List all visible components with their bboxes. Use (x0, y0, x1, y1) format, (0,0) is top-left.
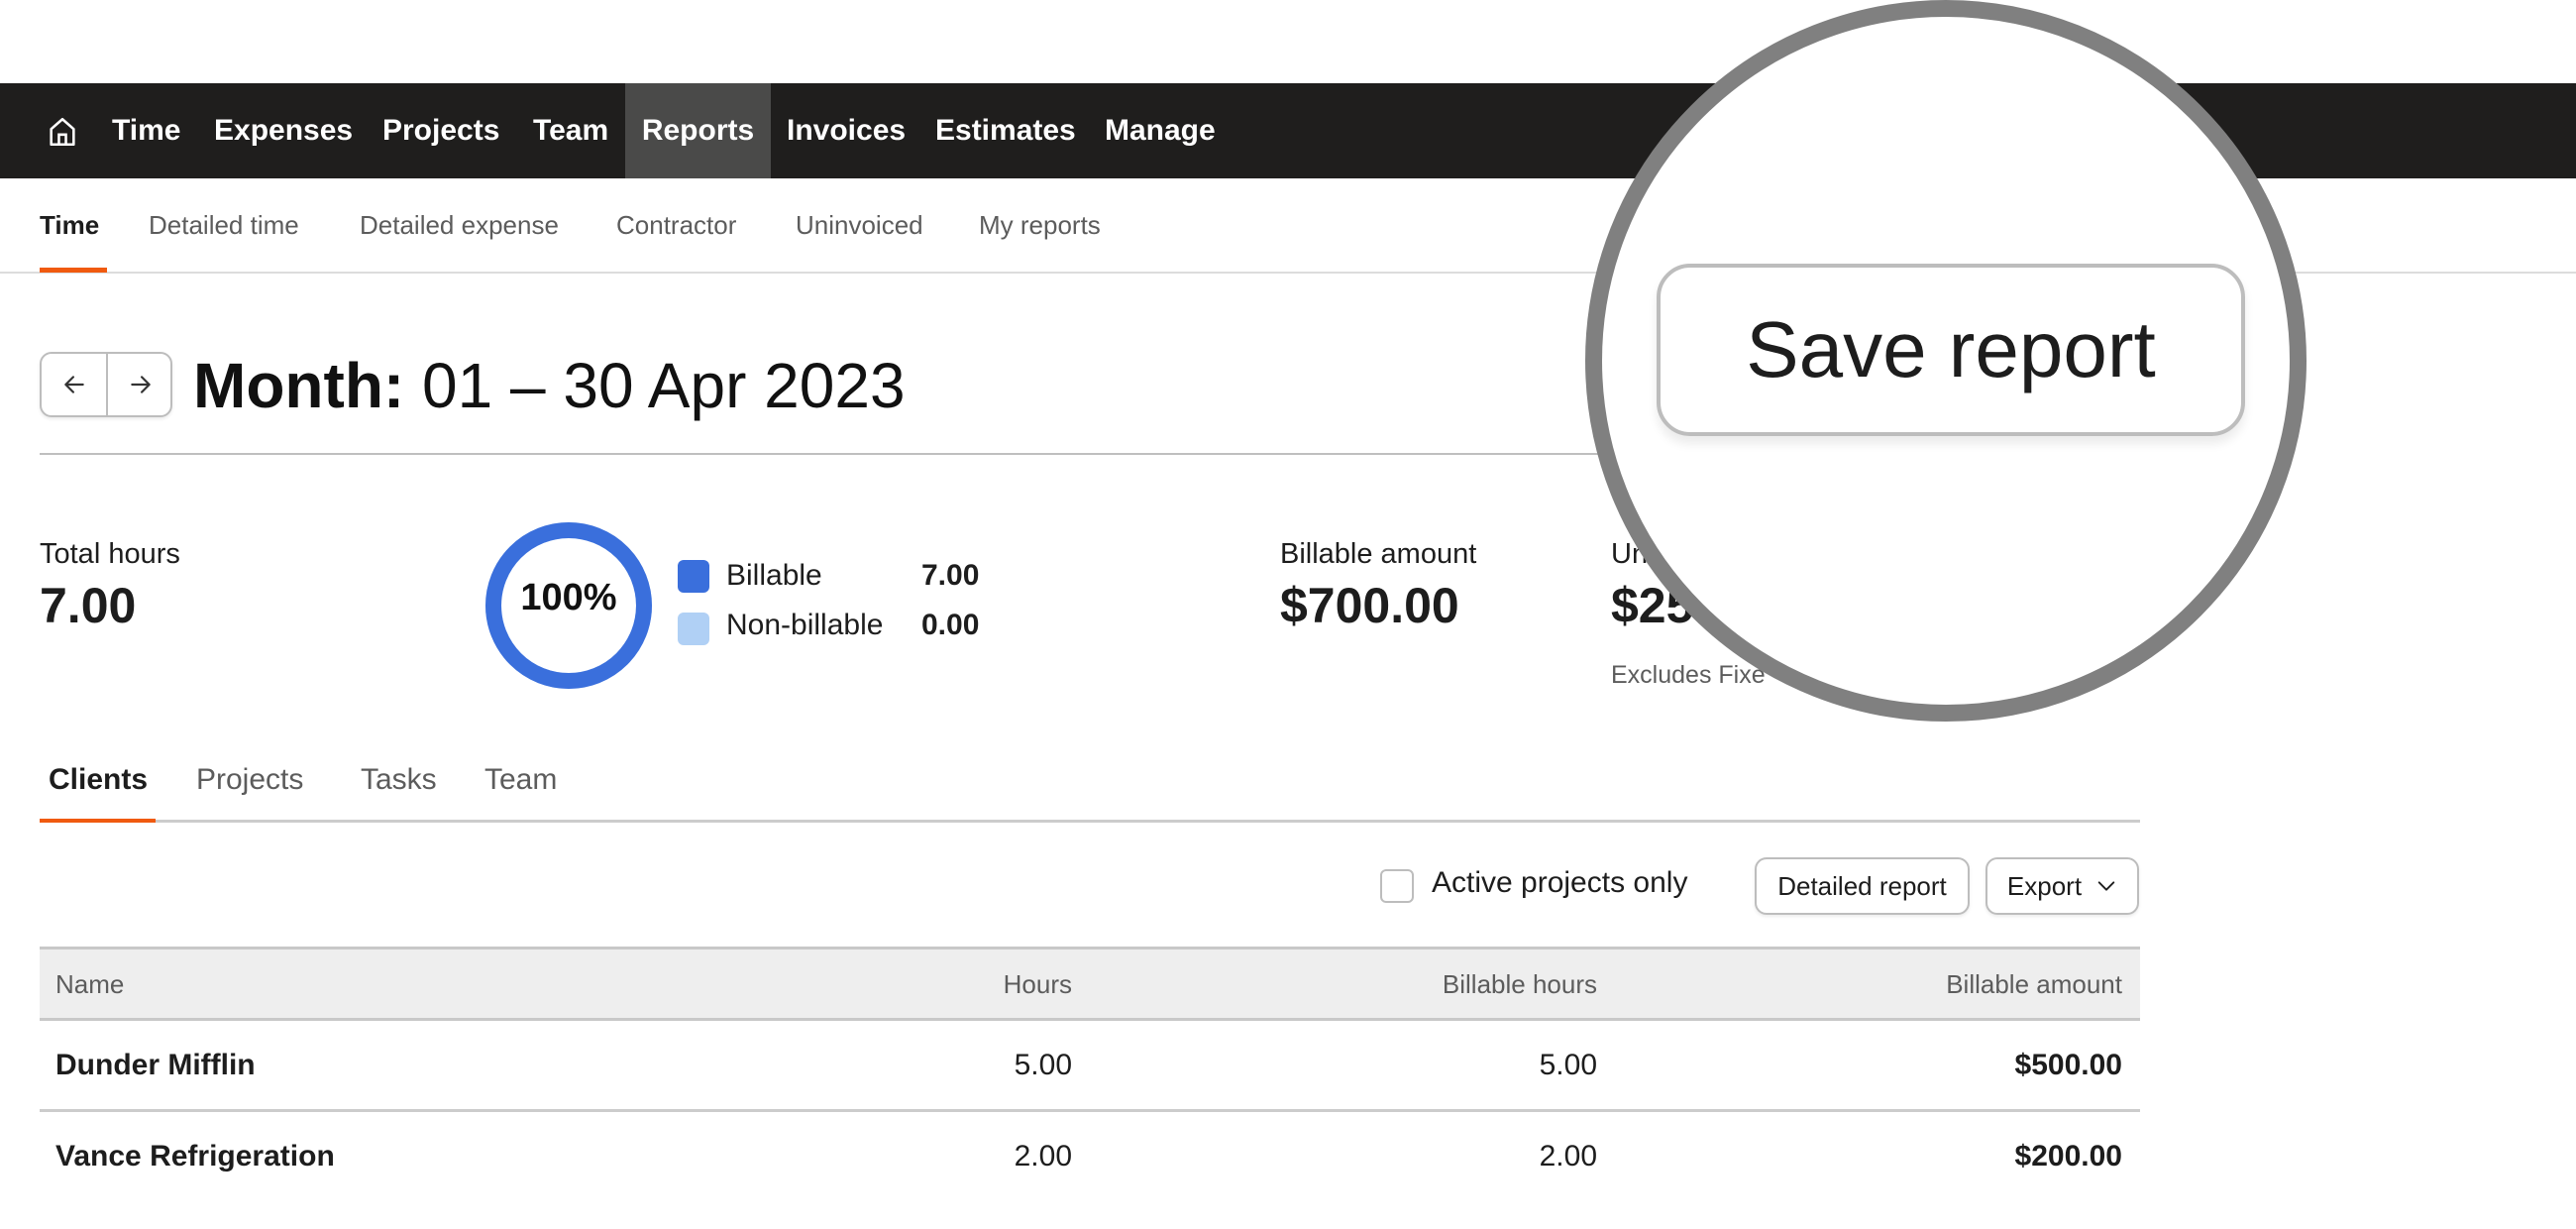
billable-hours-cell: 2.00 (1539, 1140, 1597, 1173)
active-tab-indicator (40, 819, 156, 823)
column-header-billable-hours[interactable]: Billable hours (1443, 969, 1597, 1000)
uninvoiced-note: Excludes Fixe (1611, 661, 1766, 689)
billable-hours-cell: 5.00 (1539, 1049, 1597, 1081)
non-billable-legend-value: 0.00 (921, 609, 980, 641)
nav-item-expenses[interactable]: Expenses (214, 83, 353, 178)
client-name[interactable]: Vance Refrigeration (55, 1140, 335, 1173)
subtab-my-reports[interactable]: My reports (979, 210, 1101, 241)
tab-clients[interactable]: Clients (49, 763, 148, 797)
period-pager (40, 352, 172, 417)
billable-amount-cell: $200.00 (2014, 1140, 2122, 1173)
table-row[interactable]: Dunder Mifflin 5.00 5.00 $500.00 (40, 1021, 2140, 1112)
breakdown-tabs: Clients Projects Tasks Team (40, 753, 2140, 823)
billable-amount-cell: $500.00 (2014, 1049, 2122, 1081)
page-title: Month: 01 – 30 Apr 2023 (193, 349, 906, 422)
table-header: Name Hours Billable hours Billable amoun… (40, 947, 2140, 1021)
save-report-button[interactable]: Save report (1657, 264, 2245, 436)
nav-item-time[interactable]: Time (111, 83, 181, 178)
export-button[interactable]: Export (1986, 857, 2139, 915)
period-range: 01 – 30 Apr 2023 (422, 350, 906, 421)
tab-tasks[interactable]: Tasks (361, 763, 437, 797)
client-name[interactable]: Dunder Mifflin (55, 1049, 256, 1082)
arrow-left-icon (63, 376, 84, 393)
detailed-report-button[interactable]: Detailed report (1755, 857, 1970, 915)
billable-percent: 100% (520, 577, 617, 618)
nav-item-invoices[interactable]: Invoices (787, 83, 906, 178)
table-row[interactable]: Vance Refrigeration 2.00 2.00 $200.00 (40, 1112, 2140, 1203)
nav-item-estimates[interactable]: Estimates (935, 83, 1076, 178)
billable-swatch (678, 560, 709, 593)
tab-projects[interactable]: Projects (196, 763, 303, 797)
total-hours-label: Total hours (40, 538, 180, 570)
active-projects-label[interactable]: Active projects only (1432, 866, 1687, 900)
active-subtab-indicator (40, 268, 107, 273)
total-hours-value: 7.00 (40, 578, 137, 633)
billable-amount-value: $700.00 (1280, 578, 1459, 633)
nav-item-manage[interactable]: Manage (1105, 83, 1216, 178)
active-projects-checkbox[interactable] (1380, 869, 1414, 903)
column-header-hours[interactable]: Hours (1004, 969, 1072, 1000)
clients-table: Name Hours Billable hours Billable amoun… (40, 947, 2140, 1203)
nav-item-projects[interactable]: Projects (382, 83, 499, 178)
column-header-name[interactable]: Name (55, 969, 124, 1000)
subtab-detailed-expense[interactable]: Detailed expense (360, 210, 559, 241)
chevron-down-icon (2097, 881, 2115, 891)
non-billable-swatch (678, 613, 709, 645)
billable-legend-label: Billable (726, 559, 822, 592)
non-billable-legend-label: Non-billable (726, 609, 884, 641)
nav-item-reports[interactable]: Reports (625, 83, 771, 178)
billable-amount-label: Billable amount (1280, 538, 1477, 570)
hours-cell: 2.00 (1014, 1140, 1072, 1173)
nav-item-team[interactable]: Team (533, 83, 608, 178)
hours-cell: 5.00 (1014, 1049, 1072, 1081)
home-icon[interactable] (46, 115, 79, 149)
billable-legend-value: 7.00 (921, 559, 980, 592)
previous-period-button[interactable] (42, 354, 106, 415)
subtab-uninvoiced[interactable]: Uninvoiced (796, 210, 923, 241)
subtab-detailed-time[interactable]: Detailed time (149, 210, 299, 241)
arrow-right-icon (130, 376, 151, 393)
period-label: Month: (193, 350, 405, 421)
tab-team[interactable]: Team (484, 763, 557, 797)
column-header-billable-amount[interactable]: Billable amount (1946, 969, 2122, 1000)
export-label: Export (2006, 870, 2083, 901)
subtab-contractor[interactable]: Contractor (616, 210, 736, 241)
next-period-button[interactable] (108, 354, 172, 415)
subtab-time[interactable]: Time (40, 210, 99, 241)
